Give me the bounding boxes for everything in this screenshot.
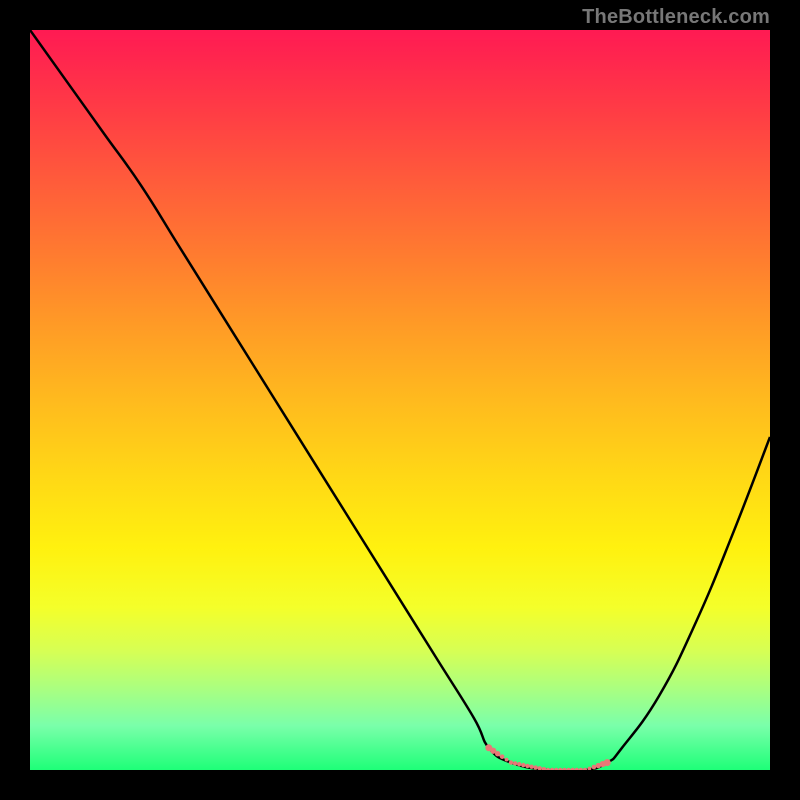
- bottleneck-curve: [30, 30, 770, 770]
- watermark-text: TheBottleneck.com: [582, 6, 770, 29]
- curve-layer: [30, 30, 770, 770]
- chart-frame: TheBottleneck.com: [0, 0, 800, 800]
- plot-area: [30, 30, 770, 770]
- optimal-range-highlight: [485, 744, 610, 770]
